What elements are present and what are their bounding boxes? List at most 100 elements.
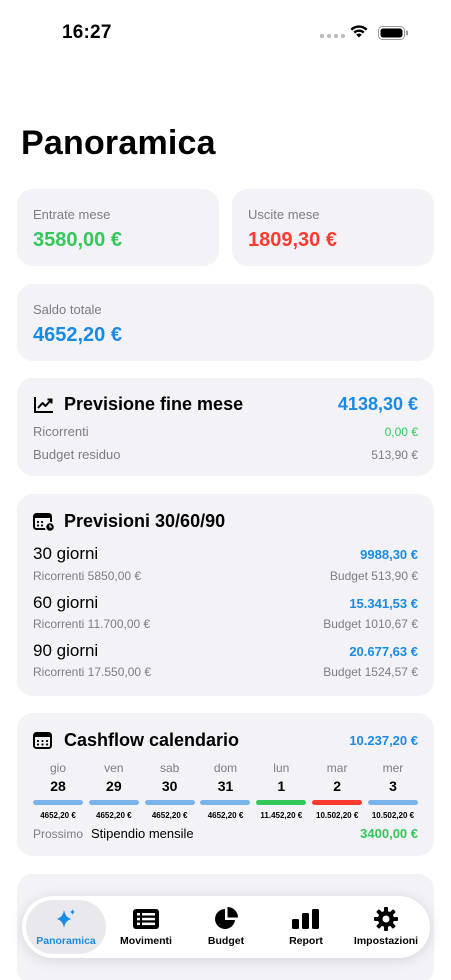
expenses-value: 1809,30 € (248, 229, 337, 251)
budget-residual-row: Budget residuo 513,90 € (33, 447, 418, 462)
cashflow-days: gio 28 4652,20 € ven 29 4652,20 € sab 30… (33, 761, 418, 820)
day-number: 28 (50, 778, 66, 794)
page-title: Panoramica (21, 124, 216, 162)
next-transaction-row[interactable]: Prossimo Stipendio mensile 3400,00 € (33, 826, 418, 841)
day-bar (367, 800, 418, 805)
tab-label: Movimenti (120, 935, 172, 947)
forecast-30-detail: Ricorrenti 5850,00 € Budget 513,90 € (33, 569, 418, 583)
day-amount: 4652,20 € (40, 811, 76, 820)
signal-dots-icon (320, 34, 345, 38)
cashflow-value: 10.237,20 € (349, 733, 418, 748)
day-amount: 10.502,20 € (316, 811, 359, 820)
day-bar (256, 800, 307, 805)
forecast-90-value: 20.677,63 € (349, 644, 418, 659)
day-bar (33, 800, 83, 805)
forecast-90-detail: Ricorrenti 17.550,00 € Budget 1524,57 € (33, 665, 418, 679)
forecast-30-value: 9988,30 € (360, 547, 418, 562)
budget-residual-label: Budget residuo (33, 447, 121, 462)
day-amount: 4652,20 € (96, 811, 132, 820)
income-value: 3580,00 € (33, 229, 122, 251)
recurring-row: Ricorrenti 0,00 € (33, 424, 418, 439)
day-amount: 4652,20 € (151, 811, 188, 820)
cashflow-day[interactable]: mer 3 10.502,20 € (367, 761, 418, 820)
forecast-60-row: 60 giorni 15.341,53 € (33, 593, 418, 613)
expenses-label: Uscite mese (248, 207, 320, 222)
day-amount: 10.502,20 € (371, 811, 415, 820)
status-time: 16:27 (62, 22, 112, 43)
gear-icon (373, 907, 399, 931)
forecast-90-period: 90 giorni (33, 641, 99, 660)
cashflow-day[interactable]: dom 31 4652,20 € (200, 761, 251, 820)
forecast-60-recurring: Ricorrenti 11.700,00 € (33, 617, 151, 631)
day-number: 2 (333, 778, 342, 794)
month-end-forecast-value: 4138,30 € (337, 394, 418, 414)
day-amount: 11.452,20 € (260, 811, 303, 820)
chart-line-uptrend-icon (33, 395, 55, 415)
month-end-forecast-title: Previsione fine mese (64, 394, 244, 414)
wifi-icon (350, 25, 368, 38)
forecast-90-recurring: Ricorrenti 17.550,00 € (33, 665, 152, 679)
list-icon (132, 907, 160, 931)
recurring-label: Ricorrenti (33, 424, 89, 439)
forecast-60-budget: Budget 1010,67 € (323, 617, 418, 631)
day-weekday: lun (273, 761, 290, 775)
day-bar (144, 800, 195, 805)
day-weekday: ven (104, 761, 124, 775)
cashflow-day[interactable]: lun 1 11.452,20 € (256, 761, 307, 820)
calendar-badge-icon (33, 512, 55, 532)
day-weekday: gio (49, 761, 66, 775)
income-card: Entrate mese 3580,00 € (17, 189, 219, 266)
day-weekday: mer (382, 761, 404, 775)
status-bar: 16:27 (0, 0, 451, 60)
tab-movimenti[interactable]: Movimenti (106, 900, 186, 954)
forecast-90-budget: Budget 1524,57 € (323, 665, 418, 679)
month-end-forecast-card[interactable]: Previsione fine mese 4138,30 € Ricorrent… (17, 378, 434, 476)
recurring-value: 0,00 € (384, 425, 418, 439)
cashflow-card[interactable]: Cashflow calendario 10.237,20 € gio 28 4… (17, 713, 434, 856)
tab-panoramica[interactable]: Panoramica (26, 900, 106, 954)
forecast-30-period: 30 giorni (33, 544, 99, 563)
tab-impostazioni[interactable]: Impostazioni (346, 900, 426, 954)
tab-budget[interactable]: Budget (186, 900, 266, 954)
sparkles-icon (54, 907, 78, 931)
forecast-30-recurring: Ricorrenti 5850,00 € (33, 569, 142, 583)
bar-chart-icon (291, 907, 321, 931)
day-number: 30 (161, 778, 178, 794)
tab-label: Report (289, 935, 323, 947)
tab-report[interactable]: Report (266, 900, 346, 954)
forecast-30-row: 30 giorni 9988,30 € (33, 544, 418, 564)
pie-chart-icon (213, 907, 239, 931)
balance-label: Saldo totale (33, 302, 102, 317)
day-number: 3 (389, 778, 397, 794)
next-label: Prossimo (33, 827, 84, 841)
next-value: 3400,00 € (360, 826, 418, 841)
day-number: 1 (277, 778, 286, 794)
budget-residual-value: 513,90 € (371, 448, 418, 462)
tab-label: Budget (207, 935, 245, 947)
cashflow-day[interactable]: mar 2 10.502,20 € (312, 761, 363, 820)
forecasts-card[interactable]: Previsioni 30/60/90 30 giorni 9988,30 € … (17, 494, 434, 696)
day-amount: 4652,20 € (207, 811, 244, 820)
tab-label: Panoramica (36, 935, 96, 947)
day-weekday: mar (326, 761, 348, 775)
calendar-icon (33, 731, 55, 751)
cashflow-day[interactable]: ven 29 4652,20 € (88, 761, 139, 820)
tab-bar: Panoramica Movimenti Budget Report Impos… (22, 896, 430, 958)
forecasts-title: Previsioni 30/60/90 (64, 511, 226, 531)
forecast-60-detail: Ricorrenti 11.700,00 € Budget 1010,67 € (33, 617, 418, 631)
expenses-card: Uscite mese 1809,30 € (232, 189, 434, 266)
day-number: 31 (217, 778, 234, 794)
forecast-90-row: 90 giorni 20.677,63 € (33, 641, 418, 661)
cashflow-day[interactable]: gio 28 4652,20 € (33, 761, 83, 820)
day-bar (88, 800, 139, 805)
balance-value: 4652,20 € (33, 324, 122, 346)
forecast-60-period: 60 giorni (33, 593, 99, 612)
forecast-60-value: 15.341,53 € (349, 596, 418, 611)
battery-icon (378, 26, 408, 40)
balance-card: Saldo totale 4652,20 € (17, 284, 434, 361)
day-weekday: dom (213, 761, 238, 775)
cashflow-title: Cashflow calendario (64, 730, 240, 750)
cashflow-day[interactable]: sab 30 4652,20 € (144, 761, 195, 820)
day-number: 29 (106, 778, 122, 794)
income-label: Entrate mese (33, 207, 111, 222)
